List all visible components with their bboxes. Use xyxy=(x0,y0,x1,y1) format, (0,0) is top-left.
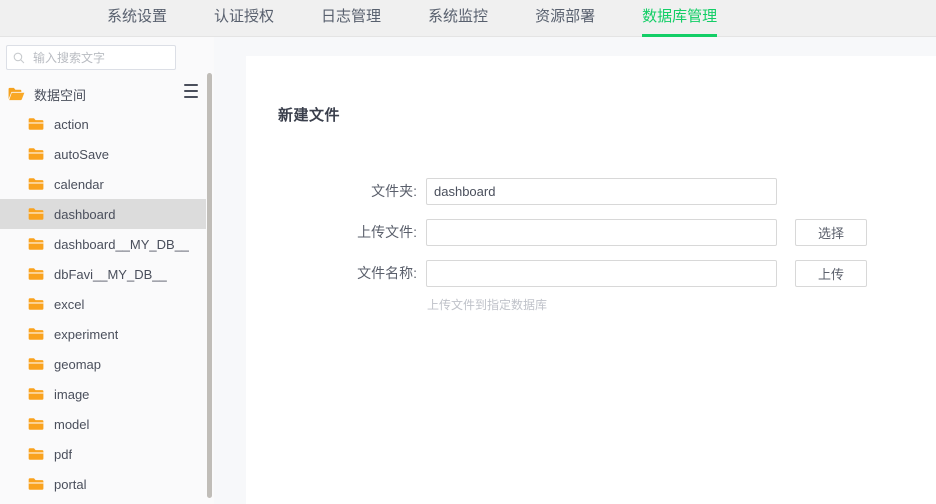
tree-node-label: portal xyxy=(54,476,87,492)
top-navbar: 系统设置 认证授权 日志管理 系统监控 资源部署 数据库管理 xyxy=(0,0,936,37)
tab-database-management[interactable]: 数据库管理 xyxy=(642,0,718,37)
tab-label: 系统监控 xyxy=(428,8,489,25)
tab-label: 日志管理 xyxy=(321,8,382,25)
tree-node-excel[interactable]: excel xyxy=(0,289,206,319)
folder-icon xyxy=(28,448,44,460)
folder-icon xyxy=(28,328,44,340)
file-name-input[interactable] xyxy=(426,260,777,287)
tree-node-action[interactable]: action xyxy=(0,109,206,139)
folder-icon xyxy=(28,238,44,250)
tree-node-portal[interactable]: portal xyxy=(0,469,206,499)
tree-node-label: model xyxy=(54,416,90,432)
sidebar: 数据空间 action autoSave calendar dashboard … xyxy=(0,37,213,504)
tab-label: 认证授权 xyxy=(214,8,275,25)
search-input[interactable] xyxy=(31,49,167,66)
tree-node-label: calendar xyxy=(54,176,104,192)
tree-node-label: image xyxy=(54,386,90,402)
folder-icon xyxy=(28,388,44,400)
tab-resource-deploy[interactable]: 资源部署 xyxy=(535,0,595,37)
tree-node-label: action xyxy=(54,116,89,132)
nav-tab-list: 系统设置 认证授权 日志管理 系统监控 资源部署 数据库管理 xyxy=(0,0,936,37)
sidebar-search-row xyxy=(0,37,212,71)
search-box[interactable] xyxy=(6,45,176,70)
page-root: 系统设置 认证授权 日志管理 系统监控 资源部署 数据库管理 输入搜索文字 数据… xyxy=(0,0,936,504)
tree-node-experiment[interactable]: experiment xyxy=(0,319,206,349)
tree-node-autosave[interactable]: autoSave xyxy=(0,139,206,169)
folder-icon xyxy=(28,208,44,220)
tree-node-label: dashboard__MY_DB__ xyxy=(54,236,190,252)
folder-icon xyxy=(28,298,44,310)
upload-hint: 上传文件到指定数据库 xyxy=(427,298,548,312)
form-row-upload-file: 上传文件: 选择 xyxy=(246,219,936,246)
tab-log-management[interactable]: 日志管理 xyxy=(321,0,381,37)
tree-node-label: excel xyxy=(54,296,85,312)
folder-icon xyxy=(28,478,44,490)
tree-node-label: 数据空间 xyxy=(34,87,87,103)
tree-node-dashboard[interactable]: dashboard xyxy=(0,199,206,229)
tab-auth[interactable]: 认证授权 xyxy=(214,0,274,37)
tab-system-monitor[interactable]: 系统监控 xyxy=(428,0,488,37)
new-file-card: 新建文件 文件夹: 上传文件: 选择 文件名称: 上传 上传文件到指定数据库 xyxy=(246,56,936,504)
folder-icon xyxy=(28,118,44,130)
folder-icon xyxy=(28,148,44,160)
choose-button[interactable]: 选择 xyxy=(795,219,867,246)
tree-node-image[interactable]: image xyxy=(0,379,206,409)
folder-input[interactable] xyxy=(426,178,777,205)
folder-tree: 数据空间 action autoSave calendar dashboard … xyxy=(0,79,206,504)
tree-node-dashboard-my-db[interactable]: dashboard__MY_DB__ xyxy=(0,229,206,259)
sidebar-scrollbar-thumb[interactable] xyxy=(207,73,212,498)
tree-node-label: dashboard xyxy=(54,206,116,222)
folder-icon xyxy=(28,358,44,370)
form-row-file-name: 文件名称: 上传 xyxy=(246,260,936,287)
upload-file-input[interactable] xyxy=(426,219,777,246)
upload-file-label: 上传文件: xyxy=(357,224,417,240)
tree-node-label: geomap xyxy=(54,356,101,372)
folder-label: 文件夹: xyxy=(371,183,417,199)
tree-node-label: dbFavi__MY_DB__ xyxy=(54,266,167,282)
upload-button[interactable]: 上传 xyxy=(795,260,867,287)
folder-icon xyxy=(28,268,44,280)
main-content: 新建文件 文件夹: 上传文件: 选择 文件名称: 上传 上传文件到指定数据库 xyxy=(214,37,936,504)
folder-icon xyxy=(28,178,44,190)
tab-system-settings[interactable]: 系统设置 xyxy=(107,0,167,37)
file-name-label: 文件名称: xyxy=(357,265,417,281)
tree-node-label: pdf xyxy=(54,446,73,462)
tab-label: 系统设置 xyxy=(107,8,168,25)
tab-label: 数据库管理 xyxy=(642,8,718,25)
tree-node-label: experiment xyxy=(54,326,119,342)
tree-node-model[interactable]: model xyxy=(0,409,206,439)
tree-node-pdf[interactable]: pdf xyxy=(0,439,206,469)
tree-node-geomap[interactable]: geomap xyxy=(0,349,206,379)
tab-label: 资源部署 xyxy=(535,8,596,25)
tree-node-root[interactable]: 数据空间 xyxy=(0,79,206,109)
tree-node-dbfavi-my-db[interactable]: dbFavi__MY_DB__ xyxy=(0,259,206,289)
search-icon xyxy=(13,52,25,63)
tree-node-label: autoSave xyxy=(54,146,109,162)
tree-node-calendar[interactable]: calendar xyxy=(0,169,206,199)
folder-icon xyxy=(28,418,44,430)
folder-open-icon xyxy=(8,87,25,101)
sidebar-scrollbar-track[interactable] xyxy=(206,37,213,504)
form-row-folder: 文件夹: xyxy=(246,178,936,205)
page-title: 新建文件 xyxy=(278,107,341,124)
